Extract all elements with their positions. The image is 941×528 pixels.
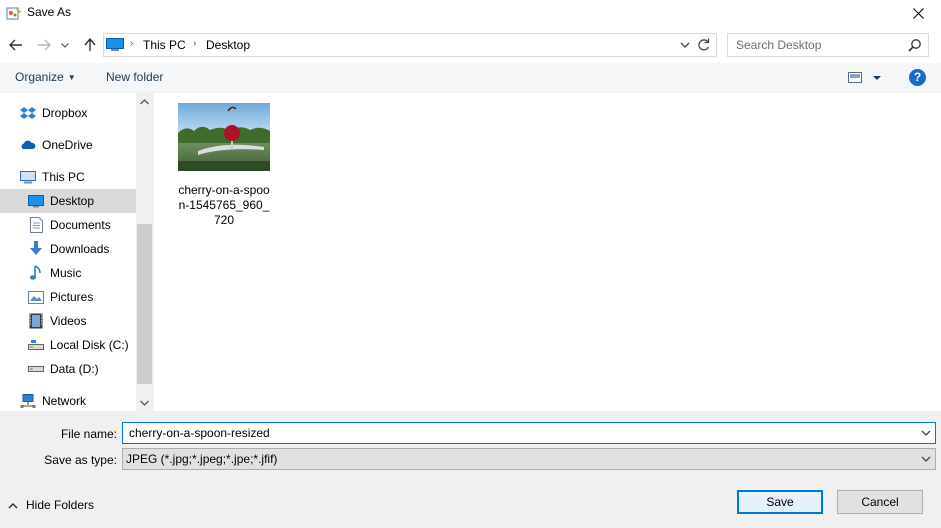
dropbox-icon	[20, 105, 36, 121]
file-name-label: File name:	[60, 427, 117, 441]
videos-icon	[28, 313, 44, 329]
nav-item-videos[interactable]: Videos	[0, 309, 136, 333]
save-button[interactable]: Save	[737, 490, 823, 514]
nav-item-label: Pictures	[50, 290, 94, 304]
save-as-type-label: Save as type:	[44, 453, 117, 467]
organize-button[interactable]: Organize ▼	[15, 70, 76, 84]
organize-label: Organize	[15, 70, 64, 84]
breadcrumb-this-pc[interactable]: This PC	[143, 38, 186, 52]
scroll-down-chevron-icon[interactable]	[136, 394, 153, 411]
documents-icon	[28, 217, 44, 233]
nav-item-label: Downloads	[50, 242, 110, 256]
file-list-area[interactable]: cherry-on-a-spoon-1545765_960_720	[153, 93, 941, 411]
new-folder-button[interactable]: New folder	[106, 70, 163, 84]
command-toolbar: Organize ▼ New folder ?	[0, 63, 941, 93]
refresh-icon[interactable]	[696, 37, 712, 56]
cancel-button[interactable]: Cancel	[837, 490, 923, 514]
address-dropdown-chevron-icon[interactable]	[680, 38, 690, 55]
close-icon[interactable]	[895, 0, 941, 27]
chevron-up-icon	[8, 502, 18, 509]
music-icon	[28, 265, 44, 281]
breadcrumb-separator: ›	[130, 38, 134, 49]
forward-arrow-icon[interactable]	[34, 35, 54, 55]
hide-folders-label: Hide Folders	[26, 498, 95, 512]
desktop-icon	[28, 193, 44, 209]
search-box[interactable]: Search Desktop	[727, 33, 929, 57]
back-arrow-icon[interactable]	[6, 35, 26, 55]
search-icon[interactable]	[908, 38, 922, 55]
scroll-up-chevron-icon[interactable]	[136, 93, 153, 110]
nav-item-dropbox[interactable]: Dropbox	[0, 101, 136, 125]
nav-item-this-pc[interactable]: This PC	[0, 165, 136, 189]
save-as-type-select[interactable]: JPEG (*.jpg;*.jpeg;*.jpe;*.jfif)	[122, 448, 936, 470]
address-bar[interactable]: › This PC › Desktop	[103, 33, 717, 57]
breadcrumb-desktop[interactable]: Desktop	[206, 38, 250, 52]
nav-item-downloads[interactable]: Downloads	[0, 237, 136, 261]
computer-icon	[106, 38, 124, 55]
nav-item-label: Desktop	[50, 194, 95, 208]
hide-folders-button[interactable]: Hide Folders	[8, 498, 94, 512]
search-placeholder: Search Desktop	[736, 38, 822, 52]
onedrive-icon	[20, 137, 36, 153]
nav-item-music[interactable]: Music	[0, 261, 136, 285]
nav-item-label: Documents	[50, 218, 111, 232]
navigation-pane: Dropbox OneDrive This PC Desktop Documen…	[0, 93, 153, 411]
nav-item-desktop[interactable]: Desktop	[0, 189, 136, 213]
nav-item-label: Videos	[50, 314, 87, 328]
image-thumbnail	[178, 103, 270, 171]
file-name-value: cherry-on-a-spoon-resized	[129, 426, 270, 440]
drive-icon	[28, 361, 44, 377]
nav-item-label: Dropbox	[42, 106, 88, 120]
recent-locations-chevron-icon[interactable]	[59, 35, 71, 55]
breadcrumb-separator: ›	[193, 38, 197, 49]
nav-item-label: OneDrive	[42, 138, 93, 152]
help-icon[interactable]: ?	[909, 69, 926, 86]
save-as-type-dropdown-chevron-icon[interactable]	[921, 453, 931, 468]
window-title: Save As	[27, 5, 72, 19]
file-name-field[interactable]: cherry-on-a-spoon-resized	[122, 422, 936, 444]
nav-item-label: Music	[50, 266, 82, 280]
computer-icon	[20, 169, 36, 185]
save-as-type-value: JPEG (*.jpg;*.jpeg;*.jpe;*.jfif)	[126, 452, 278, 466]
nav-item-network[interactable]: Network	[0, 389, 136, 413]
scrollbar-thumb[interactable]	[137, 224, 152, 384]
change-view-icon[interactable]	[848, 71, 882, 88]
file-name: cherry-on-a-spoon-1545765_960_720	[178, 183, 270, 227]
local-disk-icon	[28, 337, 44, 353]
organize-dropdown-icon: ▼	[67, 73, 76, 82]
up-arrow-icon[interactable]	[80, 35, 100, 55]
file-name-dropdown-chevron-icon[interactable]	[921, 427, 931, 442]
nav-item-label: Local Disk (C:)	[50, 338, 129, 352]
nav-item-documents[interactable]: Documents	[0, 213, 136, 237]
nav-item-data-drive[interactable]: Data (D:)	[0, 357, 136, 381]
navigation-bar: › This PC › Desktop Search Desktop	[0, 27, 941, 63]
nav-item-local-disk[interactable]: Local Disk (C:)	[0, 333, 136, 357]
nav-item-label: This PC	[42, 170, 85, 184]
save-options-panel: File name: cherry-on-a-spoon-resized Sav…	[0, 411, 941, 528]
downloads-icon	[28, 241, 44, 257]
nav-item-onedrive[interactable]: OneDrive	[0, 133, 136, 157]
nav-pane-scrollbar[interactable]	[136, 93, 153, 411]
title-bar: Save As	[0, 0, 941, 27]
nav-item-label: Network	[42, 394, 87, 408]
nav-item-label: Data (D:)	[50, 362, 99, 376]
paint-app-icon	[6, 5, 22, 21]
network-icon	[20, 393, 36, 409]
pictures-icon	[28, 289, 44, 305]
nav-item-pictures[interactable]: Pictures	[0, 285, 136, 309]
